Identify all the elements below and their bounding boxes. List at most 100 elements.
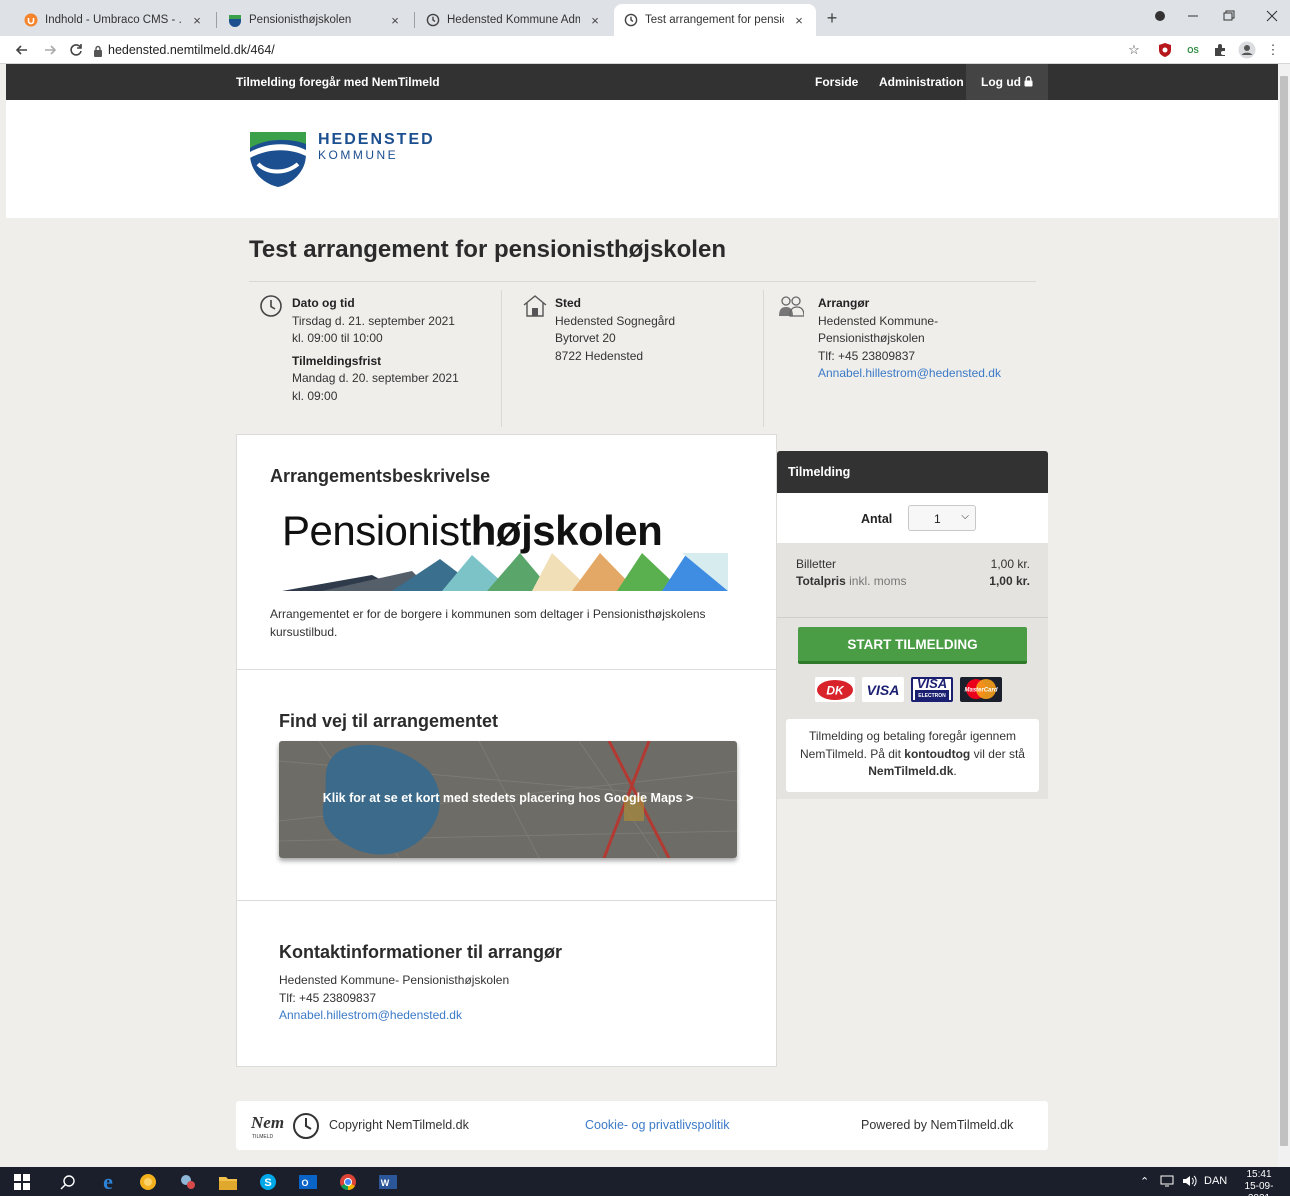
browser-tab[interactable]: Hedensted Kommune Administra × [416,4,612,36]
umbraco-icon [24,13,38,27]
site-header: HEDENSTED KOMMUNE [6,100,1278,218]
browser-tab[interactable]: Indhold - Umbraco CMS - .heden × [14,4,214,36]
description-text: Arrangementet er for de borgere i kommun… [270,607,706,639]
language-indicator[interactable]: DAN [1204,1175,1227,1187]
nemtilmeld-logo[interactable]: Nem TILMELD [249,1111,321,1141]
browser-tab-active[interactable]: Test arrangement for pensionisth × [614,4,816,36]
page-viewport: Tilmelding foregår med NemTilmeld Forsid… [6,64,1278,1167]
app-icon[interactable] [138,1172,158,1192]
page-scrollbar[interactable] [1278,64,1290,1167]
puzzle-icon[interactable] [1211,41,1229,59]
dankort-icon: DK [815,677,855,702]
scrollbar-thumb[interactable] [1280,76,1288,1146]
hedensted-logo[interactable]: HEDENSTED KOMMUNE [248,128,462,188]
date-line1: Tirsdag d. 21. september 2021 [292,313,455,328]
svg-text:TILMELD: TILMELD [252,1134,274,1140]
profile-icon[interactable] [1145,6,1175,26]
contact-name: Hedensted Kommune- Pensionisthøjskolen [279,973,510,987]
lock-icon[interactable] [93,45,103,57]
payment-cards: DK VISA VISA ELECTRON MasterCard [815,677,1002,702]
restore-icon[interactable] [1213,6,1243,26]
tickets-label: Billetter [796,557,837,571]
extension-icon[interactable]: OS [1184,41,1202,59]
window-close-icon[interactable] [1257,6,1287,26]
minimize-icon[interactable] [1178,6,1208,26]
quantity-select[interactable]: 1 ⌵ [908,505,976,531]
page-title: Test arrangement for pensionisthøjskolen [249,236,726,263]
place-line1: Hedensted Sognegård [555,313,676,328]
organizer-email-link[interactable]: Annabel.hillestrom@hedensted.dk [818,366,1001,380]
info-organizer: Arrangør Hedensted Kommune- Pensionisthø… [763,290,1036,427]
outlook-icon[interactable]: O [298,1172,318,1192]
start-signup-button[interactable]: START TILMELDING [798,627,1027,664]
skype-icon[interactable]: S [258,1172,278,1192]
close-icon[interactable]: × [388,13,402,28]
close-icon[interactable]: × [588,13,602,28]
close-icon[interactable]: × [190,13,204,28]
footer-privacy-link[interactable]: Cookie- og privatlivspolitik [585,1118,730,1132]
reload-icon[interactable] [66,40,86,60]
clock-icon [426,13,440,27]
url-field[interactable]: hedensted.nemtilmeld.dk/464/ [108,43,275,57]
svg-text:O: O [301,1178,308,1188]
new-tab-button[interactable]: + [822,8,842,29]
contact-section: Kontaktinformationer til arrangør Hedens… [237,901,776,1066]
map-link-text: Klik for at se et kort med stedets place… [322,791,694,805]
description-heading: Arrangementsbeskrivelse [270,466,491,486]
people-icon [778,294,804,318]
clock-icon [624,13,638,27]
nav-link-forside[interactable]: Forside [815,75,858,89]
avatar-icon[interactable] [1238,41,1256,59]
windows-taskbar: e S O W ⌃ DAN 15:4115-09-2021 [0,1167,1290,1196]
page-footer: Nem TILMELD Copyright NemTilmeld.dk Cook… [236,1101,1048,1150]
nav-link-logout[interactable]: Log ud [981,75,1033,89]
info-place: Sted Hedensted Sognegård Bytorvet 20 872… [501,290,763,427]
description-section: Arrangementsbeskrivelse Pensionisthøjsko… [237,435,776,670]
app-icon[interactable] [178,1172,198,1192]
ublock-icon[interactable] [1156,41,1174,59]
info-date: Dato og tid Tirsdag d. 21. september 202… [249,290,501,427]
event-content-card: Arrangementsbeskrivelse Pensionisthøjsko… [236,434,777,1067]
forward-arrow-icon[interactable] [40,40,60,60]
organizer-phone: Tlf: +45 23809837 [818,348,916,363]
network-icon[interactable] [1160,1175,1174,1187]
volume-icon[interactable] [1182,1175,1198,1187]
google-maps-link[interactable]: Klik for at se et kort med stedets place… [279,741,737,858]
place-line2: Bytorvet 20 [555,331,616,345]
windows-start-icon[interactable] [12,1172,32,1192]
clock[interactable]: 15:4115-09-2021 [1234,1169,1284,1196]
place-label: Sted [555,296,582,310]
search-icon[interactable] [58,1172,78,1192]
logo-line1: HEDENSTED [318,131,435,148]
contact-email-link[interactable]: Annabel.hillestrom@hedensted.dk [279,1008,462,1022]
browser-tab[interactable]: Pensionisthøjskolen × [218,4,412,36]
svg-text:S: S [264,1177,271,1189]
tray-chevron-icon[interactable]: ⌃ [1140,1175,1149,1188]
menu-dots-icon[interactable]: ⋮ [1264,41,1282,59]
footer-powered: Powered by NemTilmeld.dk [861,1118,1014,1132]
date-label: Dato og tid [292,296,355,310]
nav-link-administration[interactable]: Administration [879,75,964,89]
signup-header: Tilmelding [777,451,1048,493]
svg-text:Nem: Nem [250,1113,284,1132]
internet-explorer-icon[interactable]: e [98,1169,118,1194]
deadline-line2: kl. 09:00 [292,388,338,403]
close-icon[interactable]: × [792,13,806,28]
chrome-icon[interactable] [338,1172,358,1192]
hedensted-shield-icon [250,132,306,187]
map-heading: Find vej til arrangementet [279,711,499,731]
top-navigation: Tilmelding foregår med NemTilmeld Forsid… [6,64,1278,100]
word-icon[interactable]: W [378,1172,398,1192]
payment-note: Tilmelding og betaling foregår igennem N… [786,719,1039,792]
svg-text:MasterCard: MasterCard [964,688,997,694]
hedensted-icon [228,13,242,27]
address-bar: hedensted.nemtilmeld.dk/464/ ☆ OS ⋮ [0,36,1290,64]
visa-icon: VISA [862,677,904,702]
bookmark-star-icon[interactable]: ☆ [1125,41,1143,59]
signup-panel: Tilmelding Antal 1 ⌵ Billetter 1,00 kr. T… [777,451,1048,799]
logo-line2: KOMMUNE [318,148,399,162]
file-explorer-icon[interactable] [218,1172,238,1192]
chevron-down-icon: ⌵ [961,511,969,522]
total-label: Totalpris [796,574,846,588]
back-arrow-icon[interactable] [12,40,32,60]
